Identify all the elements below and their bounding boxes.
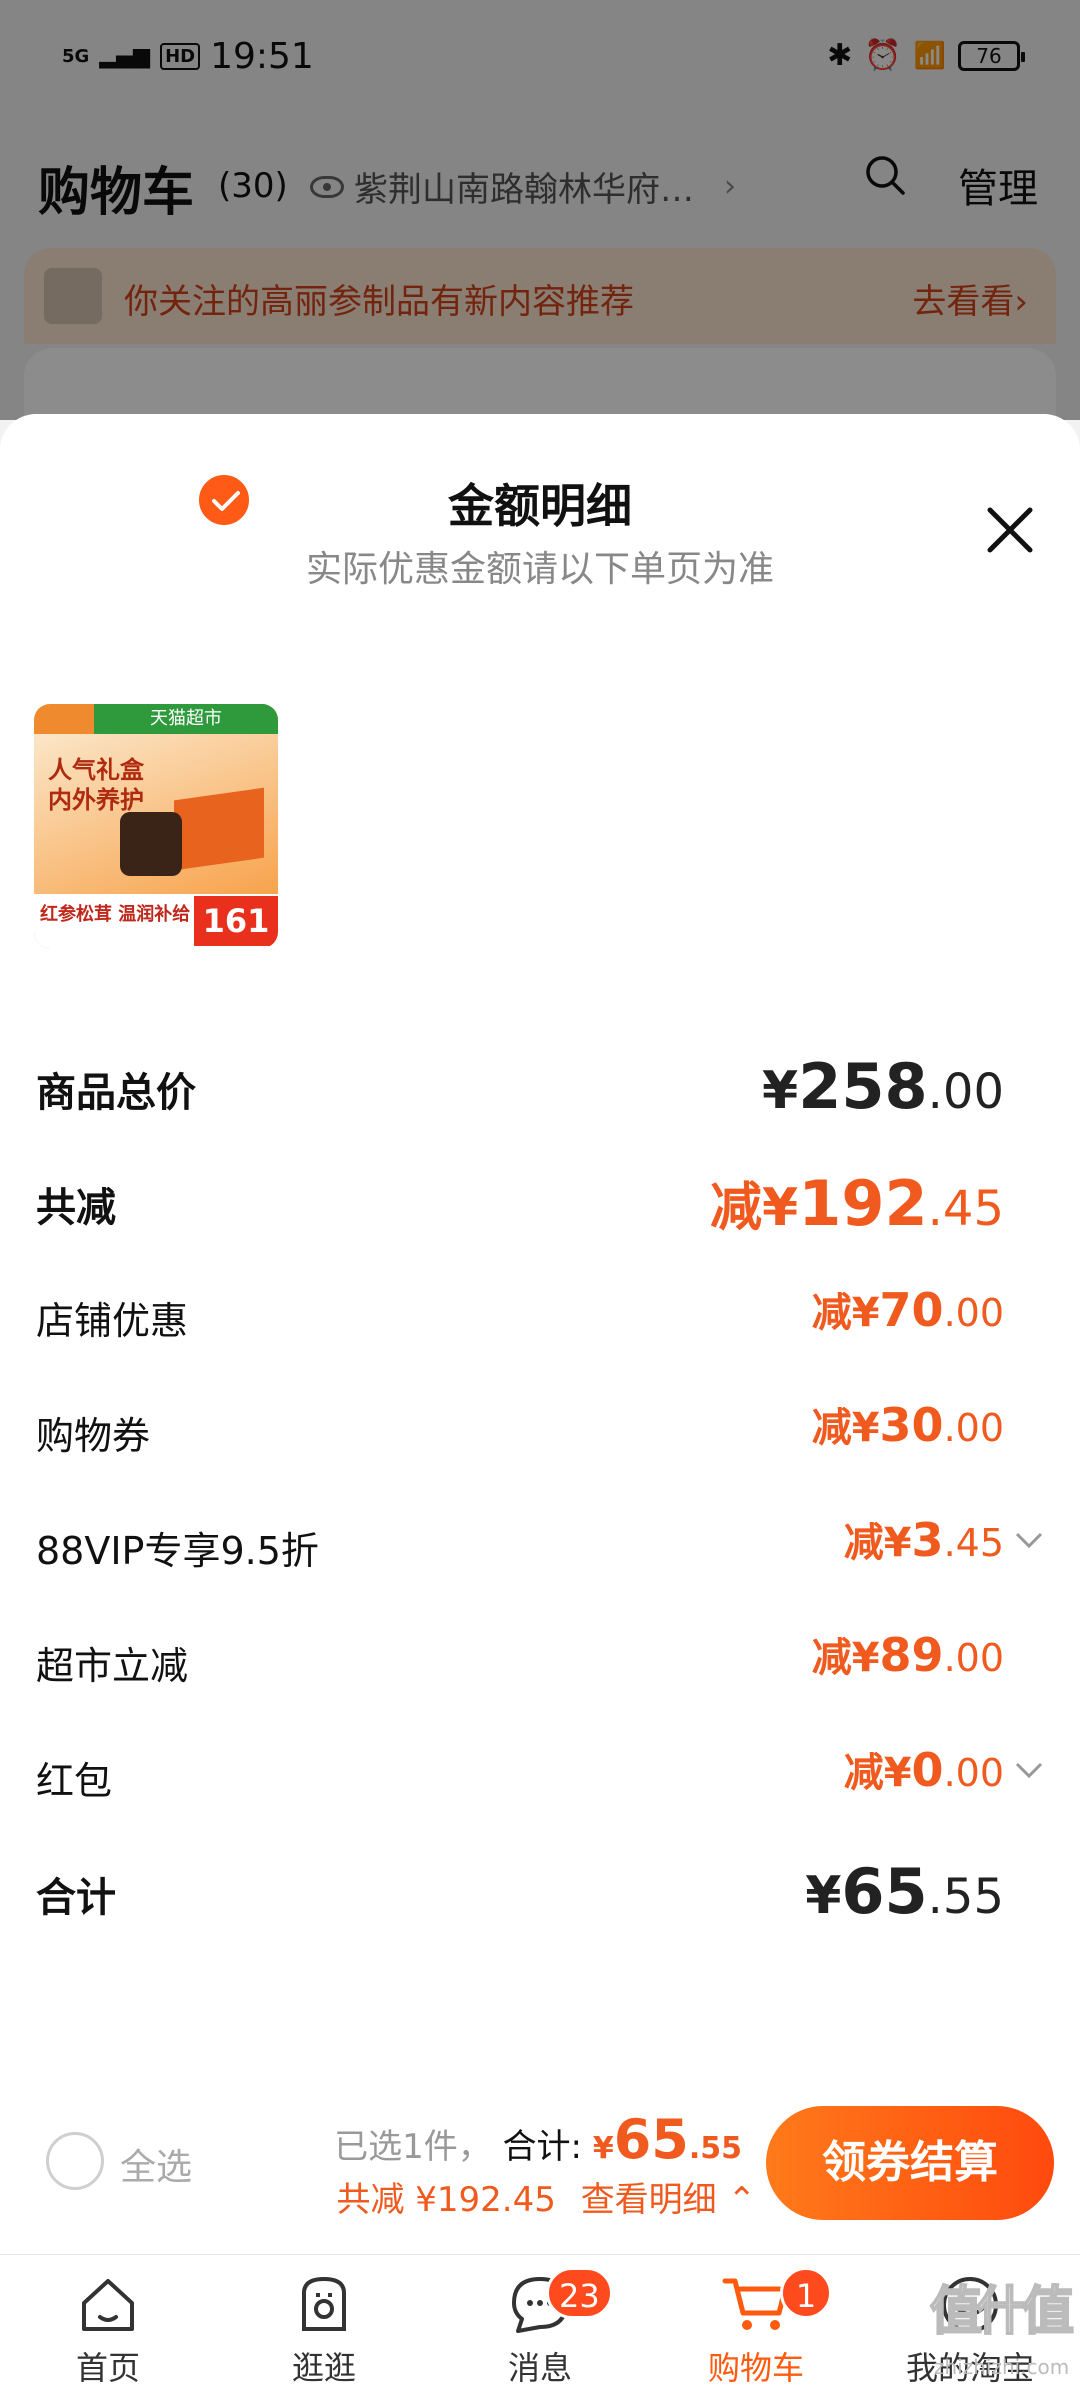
amount-cents: .00 (943, 1406, 1004, 1450)
amount-row: 店铺优惠 减¥70.00 (36, 1274, 1044, 1354)
amount-integer: 0 (911, 1743, 944, 1797)
row-label: 购物券 (36, 1414, 151, 1458)
chevron-down-icon[interactable] (1014, 1760, 1044, 1780)
amount-integer: 70 (879, 1283, 944, 1337)
row-amount: 减¥192.45 (710, 1165, 1004, 1240)
sheet-title: 金额明细 (448, 479, 632, 533)
view-detail-link[interactable]: 查看明细 (581, 2180, 717, 2220)
amount-prefix: 减¥ (710, 1178, 799, 1238)
dim-overlay[interactable] (0, 0, 1080, 420)
home-icon (82, 2279, 134, 2331)
total-label: 合计: (502, 2127, 582, 2167)
cart-icon (722, 2278, 788, 2330)
amount-integer: 65 (841, 1855, 928, 1928)
amount-row: 共减 减¥192.45 (36, 1159, 1044, 1240)
tab-cart[interactable]: 购物车 1 (676, 2267, 836, 2397)
amount-cents: .00 (927, 1064, 1004, 1120)
store-tag: 天猫超市 (94, 704, 278, 734)
amount-integer: 258 (798, 1050, 928, 1123)
checkout-button[interactable]: 领券结算 (766, 2106, 1054, 2220)
amount-row: 超市立减 减¥89.00 (36, 1619, 1044, 1699)
cart-badge: 1 (780, 2267, 832, 2319)
message-badge: 23 (546, 2267, 613, 2319)
select-all-label[interactable]: 全选 (120, 2138, 192, 2190)
amount-cents: .00 (943, 1291, 1004, 1335)
product-thumbnail[interactable]: 天猫超市 人气礼盒 内外养护 红参松茸 温润补给 161 (34, 704, 278, 948)
amount-prefix: 减¥ (811, 1290, 880, 1336)
selected-summary: 已选1件， 合计: ¥65.55 (334, 2108, 742, 2171)
product-promo-line2: 内外养护 (48, 786, 144, 814)
tab-label: 购物车 (707, 2349, 804, 2387)
amount-prefix: 减¥ (843, 1750, 912, 1796)
amount-row[interactable]: 红包 减¥0.00 (36, 1734, 1044, 1814)
tab-label: 消息 (507, 2349, 572, 2387)
explore-icon (302, 2276, 346, 2331)
amount-prefix: ¥ (762, 1061, 799, 1121)
total-currency: ¥ (592, 2131, 614, 2166)
row-label: 商品总价 (36, 1070, 196, 1116)
amount-row: 购物券 减¥30.00 (36, 1389, 1044, 1469)
amount-integer: 30 (879, 1398, 944, 1452)
sheet-subtitle: 实际优惠金额请以下单页为准 (305, 549, 774, 590)
tab-label: 逛逛 (291, 2349, 356, 2387)
row-label: 合计 (36, 1875, 116, 1921)
selected-count: 已选1件， (334, 2127, 492, 2167)
chevron-down-icon[interactable] (1014, 1530, 1044, 1550)
gift-box-graphic (174, 787, 264, 871)
row-label: 共减 (36, 1185, 116, 1231)
bottom-tab-bar: 首页 逛逛 消息 23 购物车 1 我的淘宝 值什值 zhizhizhi.com (0, 2254, 1080, 2400)
row-amount: ¥258.00 (762, 1050, 1004, 1123)
watermark-logo: 值什值 (929, 2281, 1075, 2343)
row-amount: 减¥3.45 (844, 1510, 1004, 1568)
product-strip-text: 红参松茸 温润补给 (40, 904, 191, 925)
checkout-bar: 全选 已选1件， 合计: ¥65.55 共减 ¥192.45 查看明细 ⌃ 领券… (0, 2086, 1080, 2254)
tab-messages[interactable]: 消息 23 (460, 2267, 620, 2397)
amount-integer: 3 (911, 1513, 944, 1567)
amount-row[interactable]: 88VIP专享9.5折 减¥3.45 (36, 1504, 1044, 1584)
close-icon[interactable] (980, 500, 1040, 560)
amount-detail-sheet: 金额明细 实际优惠金额请以下单页为准 天猫超市 人气礼盒 内外养护 红参松茸 温… (0, 414, 1080, 2254)
amount-prefix: ¥ (805, 1866, 842, 1926)
discount-text: 共减 ¥192.45 (336, 2180, 556, 2220)
amount-cents: .00 (943, 1636, 1004, 1680)
amount-cents: .55 (927, 1869, 1004, 1925)
row-label: 红包 (36, 1759, 113, 1803)
total-cents: .55 (688, 2131, 742, 2166)
watermark-url: zhizhizhi.com (934, 2355, 1070, 2379)
amount-prefix: 减¥ (811, 1405, 880, 1451)
product-price-tag: 161 (194, 896, 278, 946)
tab-explore[interactable]: 逛逛 (244, 2273, 404, 2397)
total-int: 65 (613, 2108, 689, 2171)
tab-home[interactable]: 首页 (28, 2273, 188, 2397)
row-amount: 减¥30.00 (812, 1395, 1004, 1453)
amount-row: 商品总价 ¥258.00 (36, 1044, 1044, 1124)
amount-cents: .45 (927, 1181, 1004, 1237)
amount-integer: 89 (879, 1628, 944, 1682)
selected-check-badge (196, 472, 252, 528)
jar-graphic (120, 812, 182, 876)
row-label: 超市立减 (36, 1644, 189, 1688)
amount-cents: .45 (943, 1521, 1004, 1565)
row-amount: 减¥89.00 (812, 1625, 1004, 1683)
amount-integer: 192 (798, 1167, 928, 1240)
amount-cents: .00 (943, 1751, 1004, 1795)
amount-row: 合计 ¥65.55 (36, 1849, 1044, 1929)
discount-summary[interactable]: 共减 ¥192.45 查看明细 ⌃ (336, 2172, 756, 2221)
check-icon (212, 491, 240, 511)
amount-prefix: 减¥ (811, 1635, 880, 1681)
select-all-radio[interactable] (46, 2132, 104, 2190)
row-label: 店铺优惠 (36, 1299, 189, 1343)
row-amount: 减¥70.00 (812, 1280, 1004, 1338)
row-amount: 减¥0.00 (844, 1740, 1004, 1798)
row-amount: ¥65.55 (805, 1855, 1004, 1928)
amount-prefix: 减¥ (843, 1520, 912, 1566)
chevron-up-icon: ⌃ (727, 2180, 757, 2220)
tab-label: 首页 (75, 2349, 140, 2387)
row-label: 88VIP专享9.5折 (36, 1529, 319, 1573)
